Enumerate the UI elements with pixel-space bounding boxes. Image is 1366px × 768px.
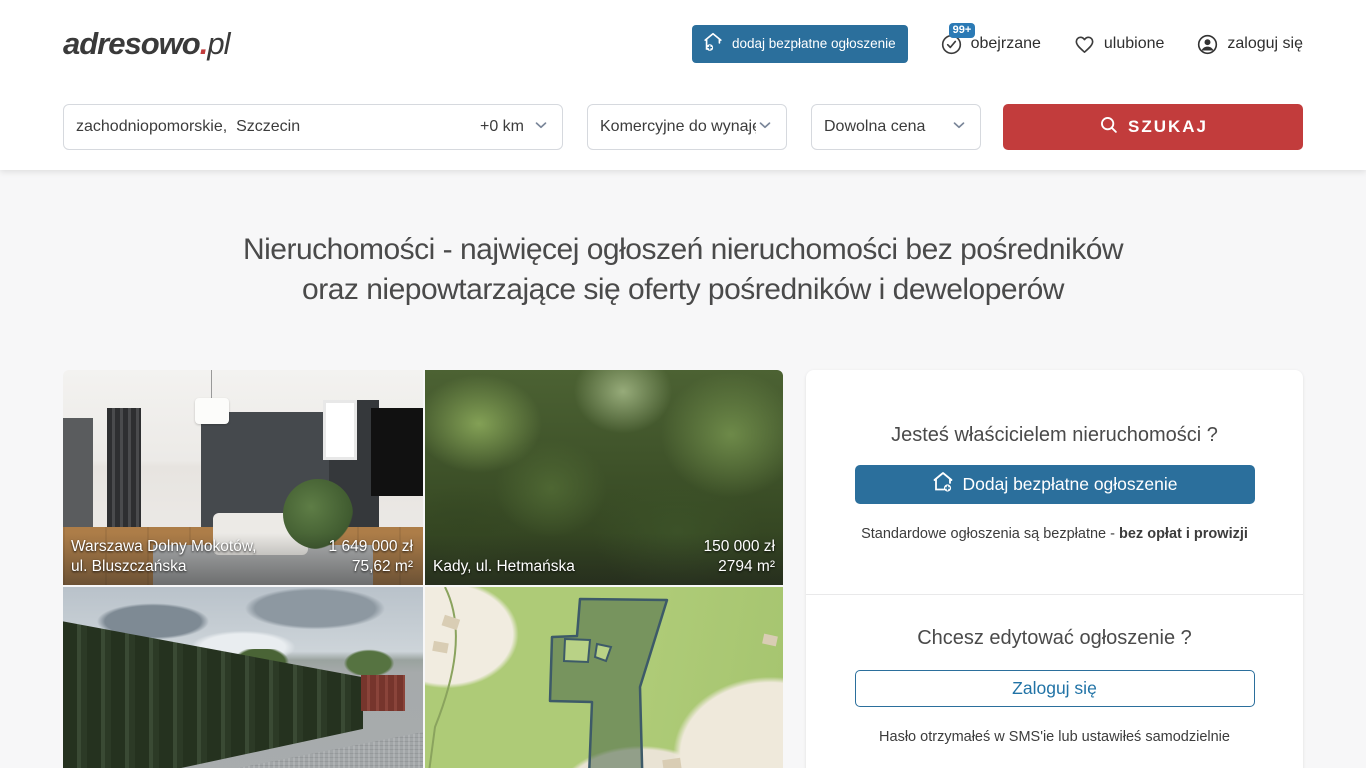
user-circle-icon [1196,33,1219,56]
listing-card-3[interactable]: Kraków Prądnik Biały, ul. 700 zł [63,587,423,768]
add-listing-label: dodaj bezpłatne ogłoszenie [732,36,896,52]
search-button[interactable]: SZUKAJ [1003,104,1303,150]
logo-tld: pl [207,26,229,61]
login-label: zaloguj się [1227,35,1303,53]
photo-decor [211,370,212,400]
add-listing-button[interactable]: dodaj bezpłatne ogłoszenie [692,25,908,63]
login-button[interactable]: Zaloguj się [855,670,1255,707]
chevron-down-icon [950,116,968,139]
listing-area: 2794 m² [703,557,775,577]
listing-label: Warszawa Dolny Mokotów, ul. Bluszczańska… [63,533,423,585]
listing-card-2[interactable]: Kady, ul. Hetmańska 150 000 zł 2794 m² [425,370,783,585]
nav-item-viewed[interactable]: 99+ obejrzane [940,33,1041,56]
page-title: Nieruchomości - najwięcej ogłoszeń nieru… [0,230,1366,310]
listing-address: Warszawa Dolny Mokotów, ul. Bluszczańska [71,537,257,577]
category-select[interactable]: Komercyjne do wynaję [587,104,787,150]
logo[interactable]: adresowo.pl [63,26,229,62]
viewed-count-badge: 99+ [949,23,976,38]
photo-decor [107,408,141,538]
address-line: Warszawa Dolny Mokotów, [71,537,257,557]
radius-value: +0 km [480,118,524,136]
header: adresowo.pl dodaj bezpłatne ogłoszenie 9… [0,0,1366,170]
edit-section: Chcesz edytować ogłoszenie ? Zaloguj się… [806,595,1303,768]
heart-icon [1073,33,1096,56]
photo-decor [371,408,423,496]
page-title-line2: oraz niepowtarzające się oferty pośredni… [0,270,1366,310]
chevron-down-icon [532,116,550,139]
owner-section: Jesteś właścicielem nieruchomości ? Doda… [806,370,1303,595]
search-bar: zachodniopomorskie, Szczecin +0 km Komer… [0,104,1366,150]
add-free-listing-button[interactable]: Dodaj bezpłatne ogłoszenie [855,465,1255,504]
top-nav: dodaj bezpłatne ogłoszenie 99+ obejrzane [692,25,1303,63]
nav-item-login[interactable]: zaloguj się [1196,33,1303,56]
owner-sidebar: Jesteś właścicielem nieruchomości ? Doda… [806,370,1303,768]
listing-label: Kady, ul. Hetmańska 150 000 zł 2794 m² [425,533,783,585]
login-button-label: Zaloguj się [1012,678,1097,699]
edit-heading: Chcesz edytować ogłoszenie ? [854,627,1255,650]
owner-note-regular: Standardowe ogłoszenia są bezpłatne - [861,526,1119,542]
photo-decor [63,418,93,538]
listings-grid: Warszawa Dolny Mokotów, ul. Bluszczańska… [63,370,783,768]
listing-address: Kady, ul. Hetmańska [433,557,575,577]
chevron-down-icon [756,116,774,139]
owner-heading: Jesteś właścicielem nieruchomości ? [854,424,1255,447]
listing-area: 75,62 m² [329,557,413,577]
listing-price: 150 000 zł [703,537,775,557]
photo-decor [195,398,229,424]
listing-numbers: 1 649 000 zł 75,62 m² [329,537,413,577]
viewed-label: obejrzane [971,35,1041,53]
listing-numbers: 150 000 zł 2794 m² [703,537,775,577]
add-free-listing-label: Dodaj bezpłatne ogłoszenie [962,474,1177,495]
owner-note-bold: bez opłat i prowizji [1119,526,1248,542]
favorites-label: ulubione [1104,35,1165,53]
search-button-label: SZUKAJ [1128,117,1208,137]
price-select[interactable]: Dowolna cena [811,104,981,150]
photo-decor [361,675,405,711]
photo-decor [323,400,357,460]
location-input[interactable]: zachodniopomorskie, Szczecin +0 km [63,104,563,150]
address-line: Kady, ul. Hetmańska [433,557,575,577]
map-plot-overlay [425,587,783,768]
address-line: ul. Bluszczańska [71,557,257,577]
edit-note: Hasło otrzymałeś w SMS'ie lub ustawiłeś … [854,729,1255,745]
listing-price: 1 649 000 zł [329,537,413,557]
listing-card-4[interactable]: Nowa Jastrząbka 300 000 zł [425,587,783,768]
page-title-line1: Nieruchomości - najwięcej ogłoszeń nieru… [0,230,1366,270]
magnifier-icon [1098,114,1120,141]
owner-note: Standardowe ogłoszenia są bezpłatne - be… [854,526,1255,542]
nav-item-favorites[interactable]: ulubione [1073,33,1165,56]
top-nav-row: adresowo.pl dodaj bezpłatne ogłoszenie 9… [0,0,1366,64]
content-row: Warszawa Dolny Mokotów, ul. Bluszczańska… [0,370,1366,768]
house-add-icon [931,470,955,499]
price-value: Dowolna cena [824,118,950,136]
location-value: zachodniopomorskie, Szczecin [76,118,480,136]
logo-name: adresowo [63,26,200,61]
category-value: Komercyjne do wynaję [600,118,756,136]
listing-card-1[interactable]: Warszawa Dolny Mokotów, ul. Bluszczańska… [63,370,423,585]
house-add-icon [702,31,724,57]
